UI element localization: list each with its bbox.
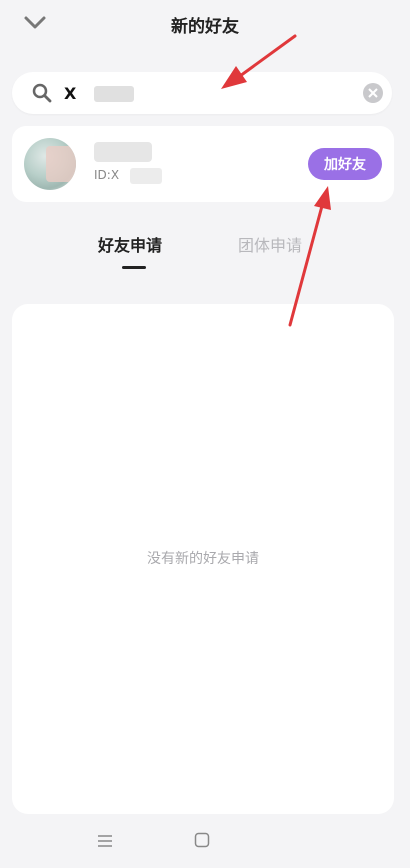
empty-state-text: 没有新的好友申请 — [147, 551, 259, 567]
menu-icon[interactable] — [97, 834, 113, 848]
active-tab-indicator — [122, 266, 146, 269]
avatar[interactable] — [24, 138, 76, 190]
clear-icon[interactable] — [363, 83, 383, 103]
search-result-card: ID:X 加好友 — [12, 126, 394, 202]
tab-group-requests[interactable]: 团体申请 — [238, 232, 302, 256]
top-bar: 新的好友 — [0, 0, 410, 48]
home-icon[interactable] — [194, 832, 210, 848]
user-name-redacted — [94, 142, 152, 162]
page-title: 新的好友 — [171, 17, 239, 37]
add-friend-button[interactable]: 加好友 — [308, 148, 382, 180]
user-id-redacted — [130, 168, 162, 184]
system-nav-bar — [0, 814, 410, 868]
tab-friend-requests[interactable]: 好友申请 — [98, 232, 162, 256]
search-icon — [32, 83, 52, 103]
search-bar[interactable] — [12, 72, 392, 114]
search-value-redacted — [94, 86, 134, 102]
user-id: ID:X — [94, 168, 120, 182]
requests-panel: 没有新的好友申请 — [12, 304, 394, 814]
